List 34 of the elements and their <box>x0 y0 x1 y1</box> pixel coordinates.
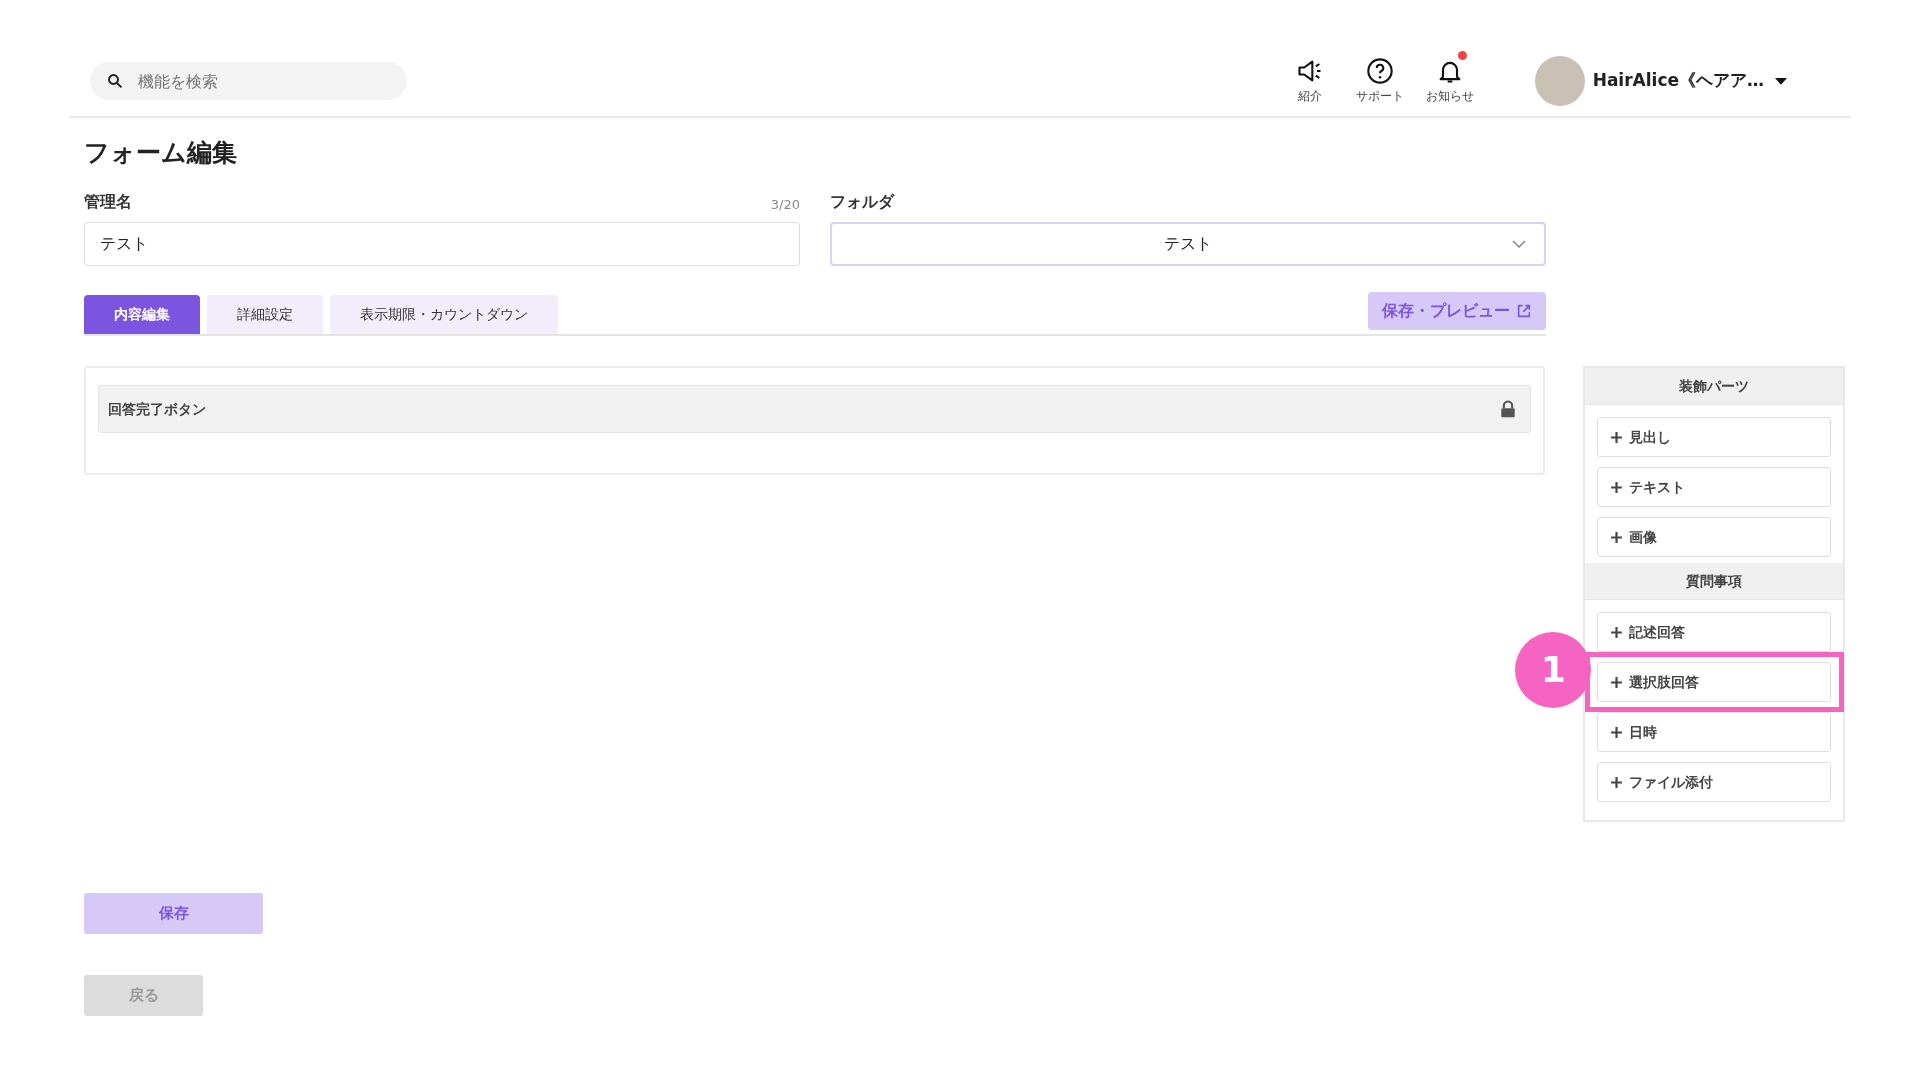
name-input-field[interactable]: テスト <box>84 222 800 266</box>
account-name[interactable]: HairAlice《ヘアア… <box>1592 68 1764 94</box>
add-part-button[interactable]: テキスト <box>1597 467 1831 507</box>
tab[interactable]: 内容編集 <box>84 295 200 334</box>
add-part-button[interactable]: 選択肢回答 <box>1597 662 1831 702</box>
plus-icon <box>1610 675 1624 689</box>
field-label: 管理名 <box>84 191 132 213</box>
plus-icon <box>1610 530 1624 544</box>
search-field[interactable]: 機能を検索 <box>90 62 407 100</box>
section-header: 装飾パーツ <box>1585 368 1843 405</box>
field-label: フォルダ <box>830 192 894 211</box>
character-counter: 3/20 <box>770 195 800 214</box>
add-part-button[interactable]: 日時 <box>1597 712 1831 752</box>
plus-icon <box>1610 625 1624 639</box>
icon-label[interactable]: サポート <box>1355 87 1404 105</box>
help-icon[interactable] <box>1365 57 1394 85</box>
plus-icon <box>1610 775 1624 789</box>
plus-icon <box>1610 430 1624 444</box>
folder-dropdown[interactable]: テスト <box>830 222 1546 266</box>
add-part-button[interactable]: 見出し <box>1597 417 1831 457</box>
tab[interactable]: 詳細設定 <box>207 295 323 334</box>
plus-icon <box>1610 725 1624 739</box>
page-title: フォーム編集 <box>84 138 238 168</box>
section-header: 質問事項 <box>1585 563 1843 600</box>
search-icon <box>106 72 124 90</box>
icon-label[interactable]: お知らせ <box>1425 87 1474 105</box>
form-item-label: 回答完了ボタン <box>108 399 206 419</box>
icon-label[interactable]: 紹介 <box>1297 87 1322 105</box>
add-part-button[interactable]: ファイル添付 <box>1597 762 1831 802</box>
add-part-button[interactable]: 記述回答 <box>1597 612 1831 652</box>
add-part-button[interactable]: 画像 <box>1597 517 1831 557</box>
tab[interactable]: 表示期限・カウントダウン <box>330 295 558 334</box>
plus-icon <box>1610 480 1624 494</box>
external-link-icon <box>1516 303 1532 319</box>
